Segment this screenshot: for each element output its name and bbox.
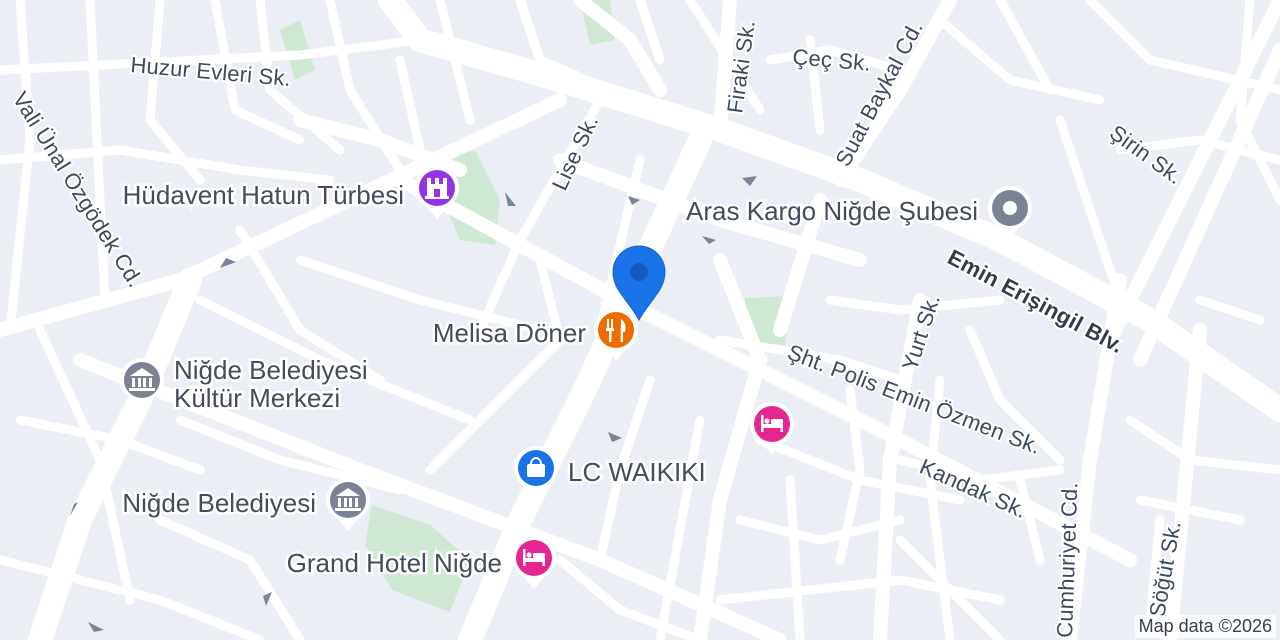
poi-label: Niğde Belediyesi: [122, 488, 316, 518]
street-label: Suat Baykal Cd.: [830, 17, 928, 171]
poi-label: LC WAIKIKI: [568, 457, 706, 487]
poi-label: Grand Hotel Niğde: [287, 548, 502, 578]
poi-label: Niğde Belediyesi: [174, 355, 368, 385]
map-canvas[interactable]: Huzur Evleri Sk. Vali Ünal Özgödek Cd. L…: [0, 0, 1280, 640]
street-label: Lise Sk.: [547, 111, 603, 194]
poi-label: Aras Kargo Niğde Şubesi: [686, 196, 978, 226]
direction-arrow-icon: [505, 192, 516, 206]
civic-building-icon: [326, 478, 370, 531]
street-label: Yurt Sk.: [897, 291, 945, 374]
map-attribution[interactable]: Map data ©2026: [1134, 615, 1276, 638]
poi-label: Melisa Döner: [433, 318, 587, 348]
shopping-icon: [514, 446, 558, 499]
poi-label: Hüdavent Hatun Türbesi: [123, 180, 404, 210]
street-label: Şirin Sk.: [1105, 120, 1187, 189]
direction-arrow-icon: [702, 236, 716, 244]
direction-arrow-icon: [742, 176, 757, 186]
direction-arrow-icon: [608, 432, 622, 442]
hotel-icon: [512, 536, 556, 589]
poi-label: Kültür Merkezi: [174, 383, 340, 413]
direction-arrow-icon: [88, 622, 104, 632]
map-base: Huzur Evleri Sk. Vali Ünal Özgödek Cd. L…: [0, 0, 1280, 640]
street-label: Çeç Sk.: [792, 44, 872, 76]
